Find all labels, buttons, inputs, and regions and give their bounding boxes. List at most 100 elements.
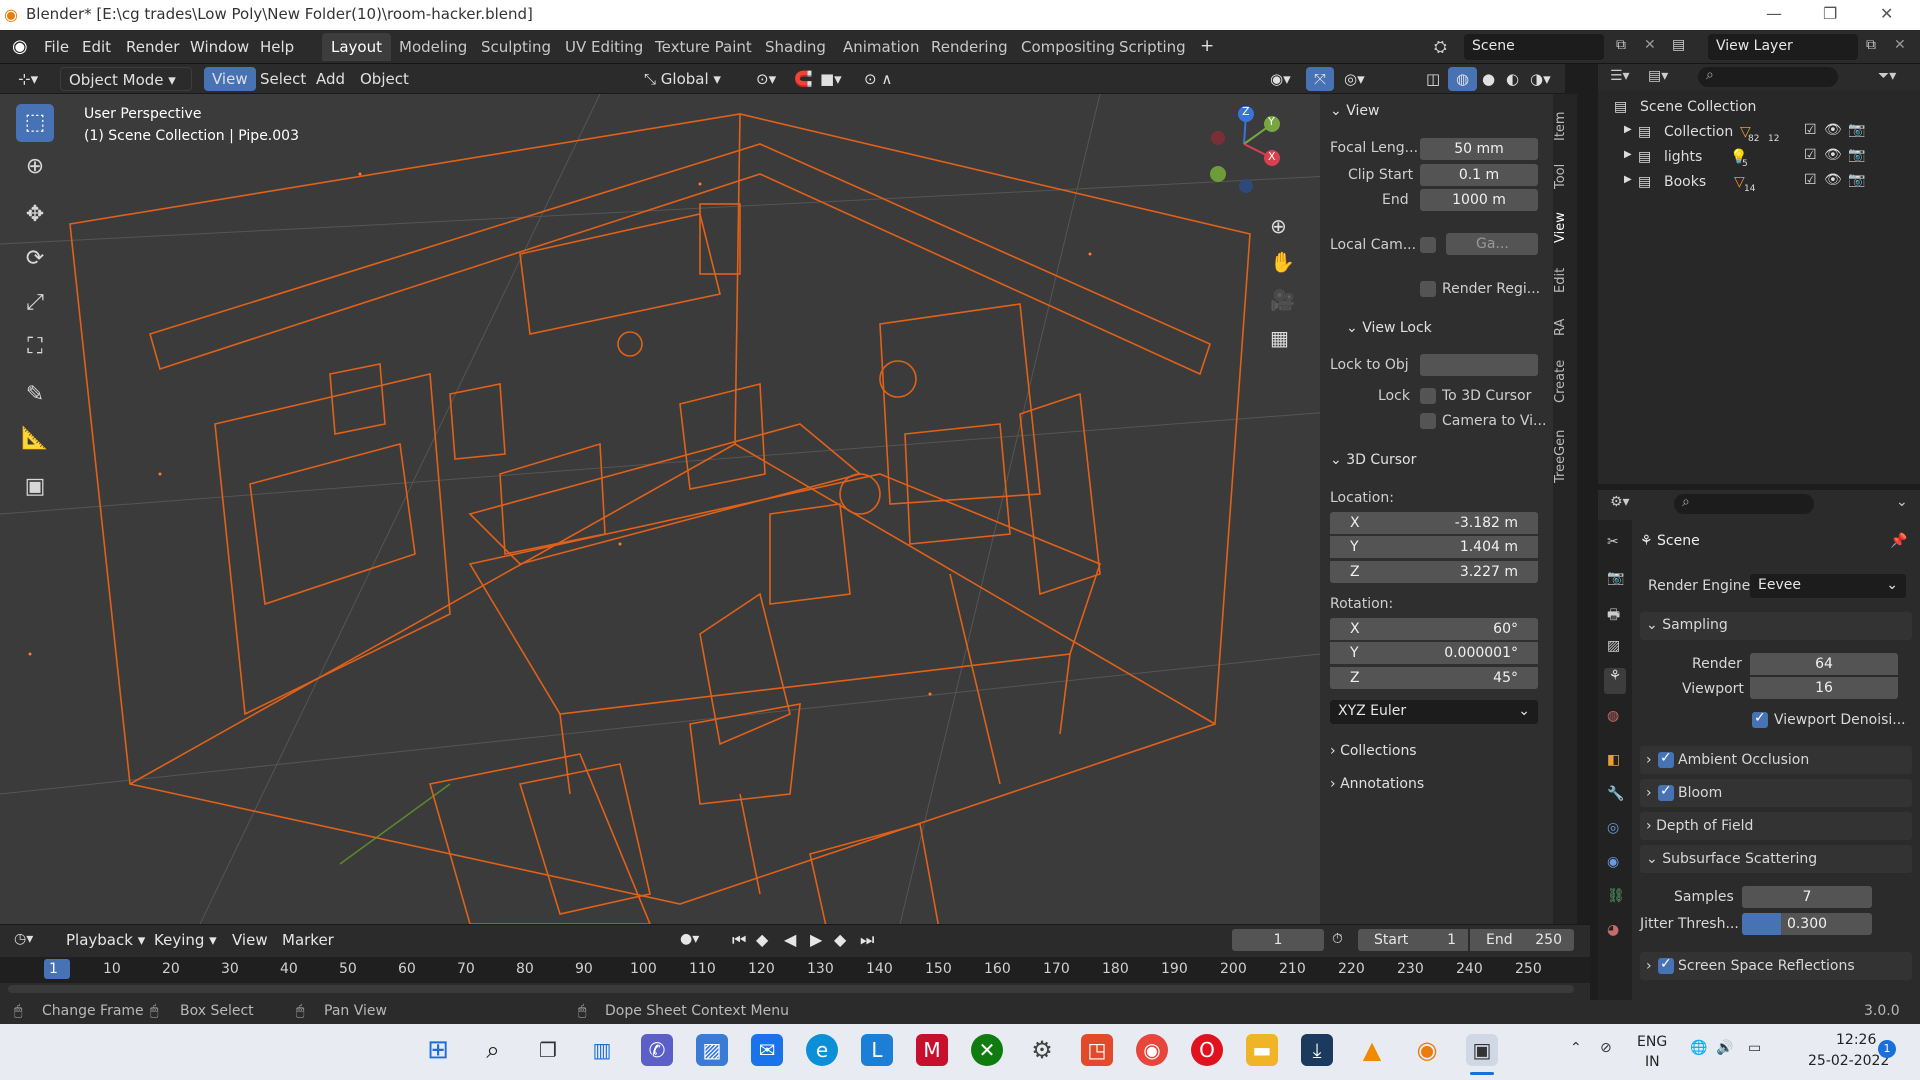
timeline-scrollbar[interactable] bbox=[8, 985, 1574, 993]
end-frame-field[interactable]: End 250 bbox=[1470, 929, 1574, 951]
orientation-dropdown[interactable]: ⤡ Global ▾ bbox=[636, 67, 729, 91]
play-reverse-icon[interactable]: ◀ bbox=[784, 930, 796, 949]
proportional-edit-icon[interactable]: ⊙ ∧ bbox=[856, 67, 900, 91]
notification-badge[interactable]: 1 bbox=[1878, 1040, 1896, 1058]
visibility-eye-icon[interactable]: 👁 bbox=[1824, 172, 1842, 188]
menu-edit[interactable]: Edit bbox=[82, 38, 111, 56]
chevron-down-icon[interactable]: ⌄ bbox=[1896, 494, 1908, 510]
tab-modeling[interactable]: Modeling bbox=[390, 33, 476, 61]
auto-keying-icon[interactable]: ●▾ bbox=[680, 931, 699, 947]
tab-shading[interactable]: Shading bbox=[756, 33, 835, 61]
tab-texture-paint[interactable]: Texture Paint bbox=[646, 33, 761, 61]
physics-tab-icon[interactable]: ◉ bbox=[1607, 854, 1619, 870]
move-tool-icon[interactable]: ✥ bbox=[16, 196, 54, 234]
marker-menu[interactable]: Marker bbox=[282, 931, 334, 949]
blender-menu-icon[interactable]: ◉ bbox=[12, 36, 28, 57]
file-explorer-icon[interactable]: ▬ bbox=[1246, 1034, 1278, 1066]
camera-to-view-checkbox[interactable] bbox=[1420, 413, 1436, 429]
render-engine-dropdown[interactable]: Eevee ⌄ bbox=[1750, 574, 1906, 598]
clip-end-field[interactable]: 1000 m bbox=[1420, 189, 1538, 211]
l-app-icon[interactable]: L bbox=[861, 1034, 893, 1066]
snap-target-icon[interactable]: ■▾ bbox=[812, 67, 850, 91]
opera-icon[interactable]: O bbox=[1191, 1034, 1223, 1066]
sss-samples-field[interactable]: 7 bbox=[1742, 886, 1872, 908]
cursor-rotation-y[interactable]: Y 0.000001° bbox=[1330, 642, 1538, 664]
display-mode-icon[interactable]: ▤▾ bbox=[1648, 68, 1668, 84]
tab-tool[interactable]: Tool bbox=[1553, 158, 1577, 194]
download-app-icon[interactable]: ⤓ bbox=[1301, 1034, 1333, 1066]
view-lock-section-header[interactable]: ⌄ View Lock bbox=[1346, 320, 1432, 336]
visibility-eye-icon[interactable]: 👁 bbox=[1824, 122, 1842, 138]
cursor-rotation-z[interactable]: Z 45° bbox=[1330, 667, 1538, 689]
tab-scripting[interactable]: Scripting bbox=[1110, 33, 1195, 61]
material-tab-icon[interactable]: ◕ bbox=[1607, 922, 1619, 938]
new-view-layer-icon[interactable]: ⧉ bbox=[1866, 37, 1876, 53]
active-window-icon[interactable]: ▣ bbox=[1466, 1034, 1498, 1066]
local-camera-field[interactable]: Ga... bbox=[1446, 233, 1538, 255]
viewport-samples-field[interactable]: 16 bbox=[1750, 677, 1898, 699]
cursor-tool-icon[interactable]: ⊕ bbox=[16, 148, 54, 186]
exclude-checkbox[interactable]: ☑ bbox=[1804, 122, 1817, 138]
output-tab-icon[interactable]: 🖶 bbox=[1607, 604, 1620, 628]
constraints-tab-icon[interactable]: ⛓ bbox=[1607, 888, 1625, 904]
xbox-icon[interactable]: ✕ bbox=[971, 1034, 1003, 1066]
delete-view-layer-icon[interactable]: ✕ bbox=[1894, 37, 1906, 53]
xray-toggle-icon[interactable]: ◫ bbox=[1418, 67, 1448, 91]
close-button[interactable]: ✕ bbox=[1880, 4, 1893, 23]
start-frame-field[interactable]: Start 1 bbox=[1358, 929, 1468, 951]
tab-view[interactable]: View bbox=[1553, 208, 1577, 248]
maximize-button[interactable]: ❐ bbox=[1823, 4, 1837, 23]
chrome-icon[interactable]: ◉ bbox=[1136, 1034, 1168, 1066]
view-section-header[interactable]: ⌄ View bbox=[1330, 103, 1379, 119]
outliner-scene-collection[interactable]: ▤ Scene Collection bbox=[1598, 97, 1920, 121]
tab-edit[interactable]: Edit bbox=[1553, 262, 1577, 298]
camera-view-icon[interactable]: 🎥 bbox=[1270, 288, 1295, 312]
add-cube-tool-icon[interactable]: ▣ bbox=[16, 468, 54, 506]
view-menu[interactable]: View bbox=[204, 67, 256, 91]
navigation-gizmo[interactable]: Z Y X bbox=[1200, 94, 1290, 194]
delete-scene-icon[interactable]: ✕ bbox=[1644, 37, 1656, 53]
3d-cursor-section-header[interactable]: ⌄ 3D Cursor bbox=[1330, 452, 1416, 468]
transform-tool-icon[interactable]: ⛶ bbox=[16, 328, 54, 366]
office-icon[interactable]: ◳ bbox=[1081, 1034, 1113, 1066]
language-code[interactable]: ENG bbox=[1637, 1034, 1667, 1050]
outliner-item-books[interactable]: ▶ ▤ Books ▽ 14 ☑ 👁 📷 bbox=[1598, 172, 1920, 196]
render-samples-field[interactable]: 64 bbox=[1750, 653, 1898, 675]
pivot-icon[interactable]: ⊙▾ bbox=[748, 67, 784, 91]
menu-file[interactable]: File bbox=[44, 38, 69, 56]
visibility-icon[interactable]: ◉▾ bbox=[1262, 67, 1299, 91]
properties-search-input[interactable]: ⌕ bbox=[1674, 494, 1814, 514]
exclude-checkbox[interactable]: ☑ bbox=[1804, 172, 1817, 188]
play-icon[interactable]: ▶ bbox=[810, 930, 822, 949]
cursor-location-z[interactable]: Z 3.227 m bbox=[1330, 561, 1538, 583]
tab-ra[interactable]: RA bbox=[1553, 312, 1577, 342]
cursor-location-x[interactable]: X -3.182 m bbox=[1330, 512, 1538, 534]
tool-tab-icon[interactable]: ✂ bbox=[1607, 534, 1619, 550]
outliner-editor-icon[interactable]: ☰▾ bbox=[1610, 68, 1630, 84]
jump-end-icon[interactable]: ⏭ bbox=[860, 930, 874, 950]
settings-gear-icon[interactable]: ⚙ bbox=[1026, 1034, 1058, 1066]
outliner-item-collection[interactable]: ▶ ▤ Collection ▽ 82 12 ☑ 👁 📷 bbox=[1598, 122, 1920, 146]
annotations-section-header[interactable]: › Annotations bbox=[1330, 776, 1424, 792]
teams-chat-icon[interactable]: ✆ bbox=[641, 1034, 673, 1066]
render-tab-icon[interactable]: 📷 bbox=[1607, 570, 1624, 586]
mail-icon[interactable]: ✉ bbox=[751, 1034, 783, 1066]
tab-animation[interactable]: Animation bbox=[834, 33, 928, 61]
rotation-mode-dropdown[interactable]: XYZ Euler ⌄ bbox=[1330, 700, 1538, 724]
jump-start-icon[interactable]: ⏮ bbox=[732, 930, 746, 950]
menu-render[interactable]: Render bbox=[126, 38, 179, 56]
ortho-toggle-icon[interactable]: ▦ bbox=[1270, 326, 1289, 350]
vlc-icon[interactable]: ▲ bbox=[1356, 1034, 1388, 1066]
ssr-checkbox[interactable] bbox=[1658, 956, 1674, 974]
overlay-toggle-icon[interactable]: ◎▾ bbox=[1336, 67, 1373, 91]
tab-create[interactable]: Create bbox=[1553, 354, 1577, 408]
exclude-checkbox[interactable]: ☑ bbox=[1804, 147, 1817, 163]
scale-tool-icon[interactable]: ⤢ bbox=[16, 284, 54, 322]
visibility-eye-icon[interactable]: 👁 bbox=[1824, 147, 1842, 163]
language-region[interactable]: IN bbox=[1645, 1054, 1660, 1070]
minimize-button[interactable]: — bbox=[1766, 4, 1782, 23]
properties-editor-icon[interactable]: ⚙▾ bbox=[1610, 494, 1630, 510]
jitter-threshold-slider[interactable]: 0.300 bbox=[1742, 913, 1872, 935]
menu-help[interactable]: Help bbox=[260, 38, 294, 56]
lock-to-cursor-checkbox[interactable] bbox=[1420, 388, 1436, 404]
